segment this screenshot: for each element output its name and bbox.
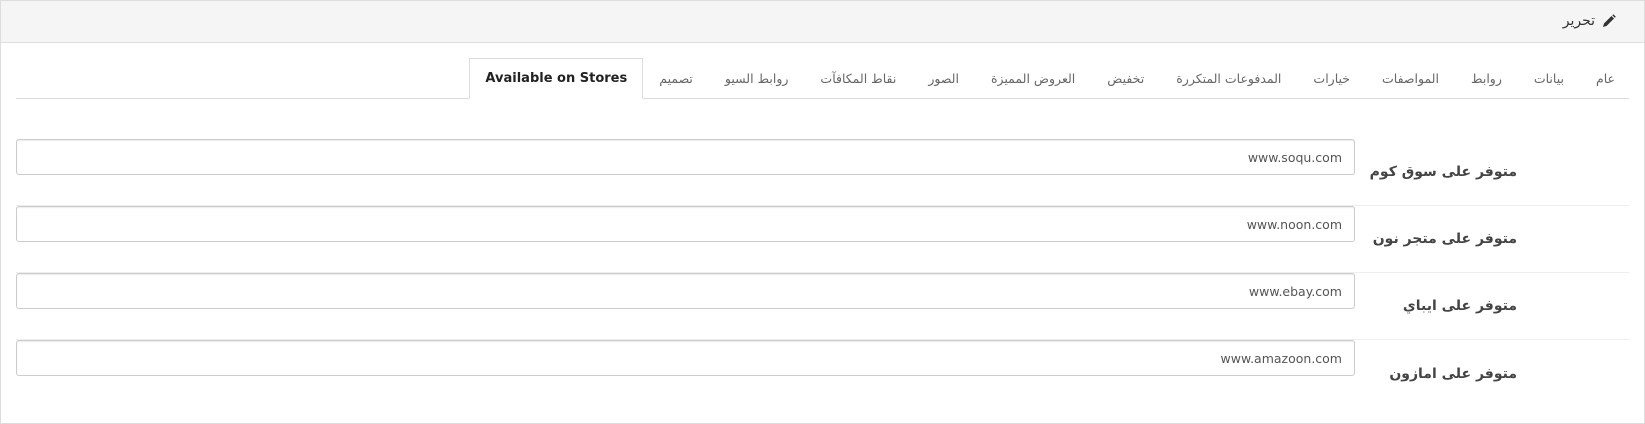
soqu-label: متوفر على سوق كوم	[1369, 164, 1517, 180]
form-row-noon: متوفر على متجر نون	[16, 206, 1629, 273]
tab-design[interactable]: تصميم	[643, 58, 709, 98]
tab-recurring-payments[interactable]: المدفوعات المتكررة	[1160, 58, 1297, 98]
tab-general[interactable]: عام	[1580, 58, 1629, 98]
tab-discount[interactable]: تخفيض	[1091, 58, 1160, 98]
tab-images[interactable]: الصور	[912, 58, 975, 98]
noon-url-input[interactable]	[16, 206, 1355, 242]
panel-title: تحرير	[1563, 13, 1616, 29]
pencil-icon	[1602, 14, 1616, 28]
tab-options[interactable]: خيارات	[1297, 58, 1366, 98]
form-row-ebay: متوفر على ايباي	[16, 273, 1629, 340]
form-row-amazon: متوفر على امازون	[16, 340, 1629, 407]
amazon-url-input[interactable]	[16, 340, 1355, 376]
tab-bar: عام بيانات روابط المواصفات خيارات المدفو…	[16, 58, 1629, 99]
soqu-url-input[interactable]	[16, 139, 1355, 175]
ebay-label: متوفر على ايباي	[1402, 298, 1517, 314]
noon-label: متوفر على متجر نون	[1372, 231, 1517, 247]
edit-panel: تحرير عام بيانات روابط المواصفات خيارات …	[0, 0, 1645, 424]
tab-seo-links[interactable]: روابط السيو	[709, 58, 805, 98]
tab-special-offers[interactable]: العروض المميزة	[975, 58, 1091, 98]
panel-heading: تحرير	[1, 1, 1644, 43]
panel-title-text: تحرير	[1562, 13, 1595, 29]
tab-specifications[interactable]: المواصفات	[1366, 58, 1455, 98]
tab-reward-points[interactable]: نقاط المكافآت	[804, 58, 912, 98]
form-row-soqu: متوفر على سوق كوم	[16, 139, 1629, 206]
tab-available-on-stores[interactable]: Available on Stores	[469, 58, 644, 99]
amazon-label: متوفر على امازون	[1389, 365, 1517, 382]
tab-data[interactable]: بيانات	[1518, 58, 1580, 98]
ebay-url-input[interactable]	[16, 273, 1355, 309]
tab-links[interactable]: روابط	[1455, 58, 1518, 98]
